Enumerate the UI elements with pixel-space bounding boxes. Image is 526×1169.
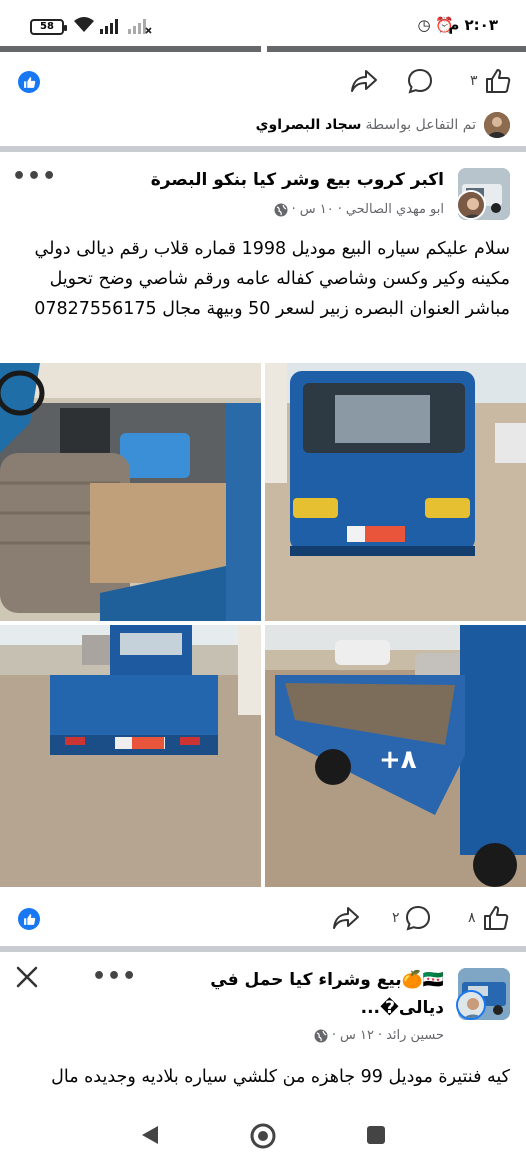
comment-icon	[405, 905, 430, 931]
like-button[interactable]: ٨	[464, 903, 510, 933]
photo-1[interactable]	[0, 363, 261, 621]
thumbs-up-icon	[483, 906, 508, 930]
comment-icon	[407, 68, 433, 94]
post3-header: ••• 🇸🇾🍊بيع وشراء كيا حمل في ديالى�... حس…	[0, 952, 526, 1052]
reacted-by-line[interactable]: تم التفاعل بواسطة سجاد البصراوي	[256, 112, 510, 138]
globe-icon	[314, 1029, 328, 1042]
battery-icon: 58	[30, 19, 67, 35]
author-avatar[interactable]	[456, 190, 486, 220]
comment-count: ٢	[392, 910, 400, 926]
thumbs-up-icon	[485, 69, 510, 93]
share-icon	[351, 70, 377, 92]
like-bubble-icon[interactable]	[18, 71, 40, 93]
comment-button[interactable]: ٢	[388, 903, 432, 933]
post2-text: سلام عليكم سياره البيع موديل 1998 قماره …	[34, 239, 510, 319]
status-bar: 58 ◷ ⏰ ٢:٠٣ م	[0, 0, 526, 46]
like-count: ٨	[468, 910, 476, 926]
post1-action-bar: ٣	[0, 60, 526, 102]
share-icon	[333, 907, 359, 929]
author-name[interactable]: ابو مهدي الصالحي	[346, 202, 444, 217]
post-meta: حسين رائد · ١٢ س ·	[314, 1028, 444, 1043]
reactor-avatar	[484, 112, 510, 138]
globe-icon	[274, 203, 288, 216]
more-photos-count[interactable]: +٨	[379, 745, 417, 775]
signal-no-service-icon	[128, 19, 152, 34]
like-bubble-icon[interactable]	[18, 908, 40, 930]
post2-header: ••• اكبر كروب بيع وشر كيا بنكو البصرة اب…	[0, 152, 526, 228]
share-button[interactable]	[350, 66, 378, 96]
home-icon[interactable]	[249, 1122, 277, 1154]
post3-text: كيه فنتيرة موديل 99 جاهزه من كلشي سياره …	[51, 1067, 510, 1087]
post2-action-bar: ٢ ٨	[0, 897, 526, 939]
author-avatar[interactable]	[456, 990, 486, 1020]
post-time: ١٠ س	[299, 202, 334, 217]
like-count: ٣	[470, 73, 478, 89]
previous-post-photo-edge	[0, 46, 526, 52]
photo-2[interactable]	[265, 363, 526, 621]
back-icon[interactable]	[140, 1124, 160, 1150]
system-nav-bar	[0, 1110, 526, 1169]
photo-4[interactable]: +٨	[265, 625, 526, 887]
recents-icon[interactable]	[366, 1125, 386, 1149]
share-button[interactable]	[332, 903, 360, 933]
photo-3[interactable]	[0, 625, 261, 887]
more-options-icon[interactable]: •••	[92, 964, 137, 989]
group-name[interactable]: 🇸🇾🍊بيع وشراء كيا حمل في ديالى�...	[184, 966, 444, 1022]
reacted-prefix: تم التفاعل بواسطة	[365, 117, 476, 133]
like-button[interactable]: ٣	[466, 66, 512, 96]
wifi-icon	[74, 17, 94, 32]
close-icon[interactable]	[14, 964, 40, 994]
status-time: ٢:٠٣ م	[448, 16, 498, 34]
post-time: ١٢ س	[339, 1028, 374, 1043]
signal-icon	[100, 19, 118, 34]
clock-icon: ◷	[417, 16, 431, 34]
more-options-icon[interactable]: •••	[12, 164, 57, 189]
comment-button[interactable]	[406, 66, 434, 96]
reactor-name: سجاد البصراوي	[255, 117, 362, 133]
group-name[interactable]: اكبر كروب بيع وشر كيا بنكو البصرة	[151, 170, 444, 190]
author-name[interactable]: حسين رائد	[386, 1028, 444, 1043]
post-meta: ابو مهدي الصالحي · ١٠ س ·	[274, 202, 444, 217]
